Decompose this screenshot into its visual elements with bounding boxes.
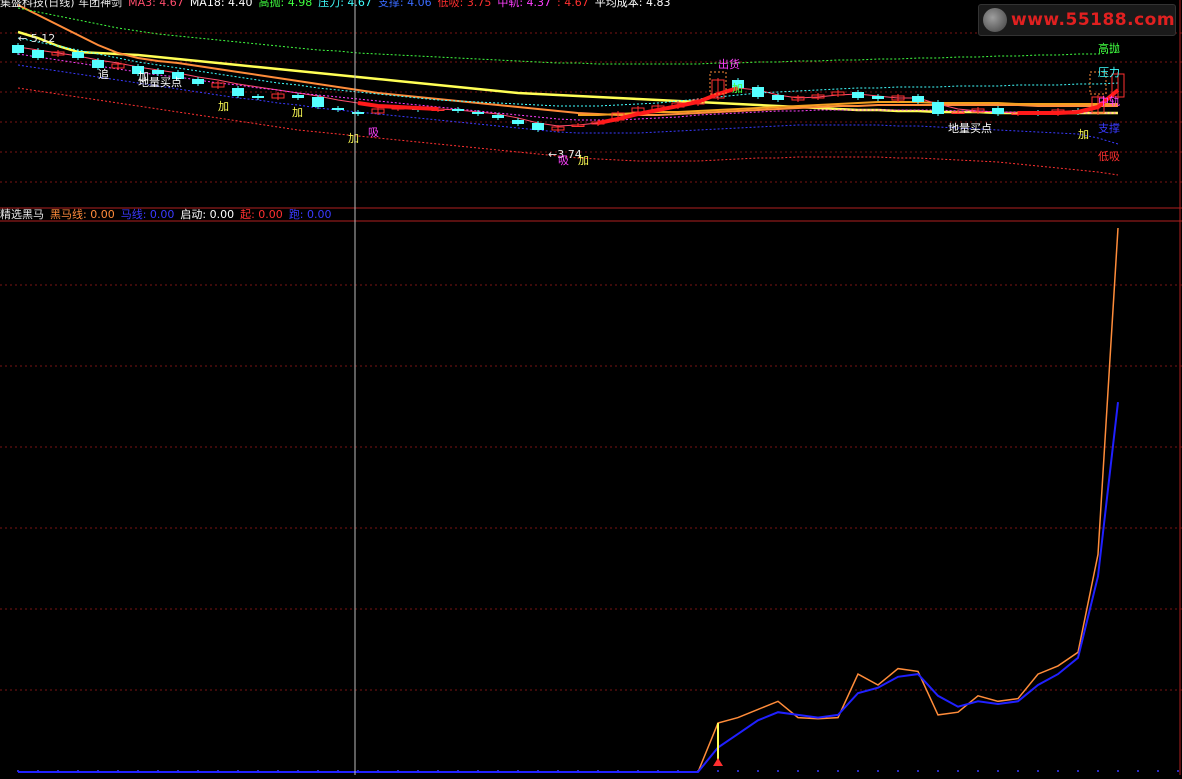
candle-body — [852, 92, 864, 98]
bottom_header-item: 跑: 0.00 — [288, 208, 332, 221]
baseline-dot — [1017, 770, 1019, 772]
baseline-dot — [857, 770, 859, 772]
baseline-dot — [777, 770, 779, 772]
chart-annotation: 高抛 — [1098, 41, 1120, 55]
candle-body — [872, 96, 884, 99]
baseline-dot — [817, 770, 819, 772]
candle-body — [452, 109, 464, 111]
baseline-dot — [917, 770, 919, 772]
chart-annotation: 加 — [732, 82, 743, 95]
candle-body — [772, 95, 784, 100]
baseline-dot — [757, 770, 759, 772]
candle-body — [312, 97, 324, 107]
baseline-dot — [737, 770, 739, 772]
chart-annotation: 低吸 — [1098, 150, 1120, 163]
candle-body — [492, 115, 504, 118]
candle-body — [32, 50, 44, 58]
top_header-item: : 4.67 — [557, 0, 589, 9]
chart-annotation: 出货 — [718, 57, 740, 71]
candle-body — [292, 95, 304, 98]
baseline-dot — [1077, 770, 1079, 772]
baseline-dot — [717, 770, 719, 772]
top_header-item: MA18: 4.40 — [189, 0, 253, 9]
chart-annotation: 中轨 — [1098, 94, 1120, 108]
baseline-dot — [877, 770, 879, 772]
chart-annotation: 加 — [218, 100, 229, 113]
candle-body — [992, 108, 1004, 114]
baseline-dot — [937, 770, 939, 772]
chart-annotation: 加 — [578, 154, 589, 167]
chart-svg: ← 5.12←3.74追 加地量买点加 加加 吸吸 加出货加地量买点 加高抛压力中轨支撑低… — [0, 0, 1182, 775]
bottom_header-item: 启动: 0.00 — [180, 208, 235, 221]
sub-indicator-header: 精选黑马 黑马线: 0.00 马线: 0.00 启动: 0.00 起: 0.00 跑: 0… — [0, 208, 338, 222]
bottom_header-item: 马线: 0.00 — [120, 208, 175, 221]
chart-annotation: 地量买点 — [138, 76, 182, 89]
candle-body — [512, 120, 524, 124]
baseline-dot — [977, 770, 979, 772]
start-signal-arrow-icon — [713, 758, 723, 766]
top_header-item: MA3: 4.67 — [128, 0, 184, 9]
chart-annotation: 吸 — [368, 126, 379, 139]
baseline-dot — [997, 770, 999, 772]
main-series-line — [17, 7, 1119, 65]
candle-body — [72, 52, 84, 58]
trend-highlight-line — [597, 86, 739, 125]
top_header-item: 集盛科技(日线) 车团神剑 — [0, 0, 123, 9]
top_header-item: 低吸: 3.75 — [437, 0, 492, 9]
candle-body — [232, 88, 244, 96]
top_header-item: 压力: 4.67 — [318, 0, 372, 9]
chart-annotation: 加 — [348, 132, 359, 145]
bottom_header-item: 起: 0.00 — [240, 208, 283, 221]
candle-body — [752, 87, 764, 97]
trend-highlight-line — [357, 101, 439, 111]
chart-annotation: ← 5.12 — [18, 32, 55, 45]
candle-body — [472, 112, 484, 114]
candle-body — [252, 96, 264, 98]
chart-annotation: 吸 — [558, 154, 569, 167]
baseline-dot — [1157, 770, 1159, 772]
chart-annotation: 压力 — [1098, 66, 1120, 79]
candle-body — [932, 102, 944, 114]
bottom_header-item: 黑马线: 0.00 — [50, 208, 115, 221]
watermark-logo: www.55188.com — [978, 4, 1176, 36]
chart-annotation: 支撑 — [1098, 121, 1120, 135]
watermark-text: www.55188.com — [1011, 10, 1176, 30]
candle-body — [912, 96, 924, 102]
baseline-dot — [797, 770, 799, 772]
chart-stage: ← 5.12 ←3.74 追加地量买点加加加吸吸加出货加地量买点加高抛 压力 中轨 支撑低… — [0, 0, 1182, 775]
baseline-dot — [957, 770, 959, 772]
candle-body — [12, 45, 24, 53]
top_header-item: 高抛: 4.98 — [258, 0, 313, 9]
top_header-item: 中轨: 4.37 — [497, 0, 552, 9]
chart-annotation: 地量买点 — [948, 122, 992, 135]
site-logo-icon — [983, 8, 1007, 32]
top_header-item: 平均成本: 4.83 — [594, 0, 671, 9]
candle-body — [352, 112, 364, 114]
candle-body — [332, 108, 344, 110]
baseline-dot — [1097, 770, 1099, 772]
baseline-dot — [1137, 770, 1139, 772]
baseline-dot — [1177, 770, 1179, 772]
chart-annotation: 加 — [1078, 128, 1089, 141]
candle-body — [532, 123, 544, 130]
baseline-dot — [1037, 770, 1039, 772]
main-indicator-header: 集盛科技(日线) 车团神剑 MA3: 4.67 MA18: 4.40 高抛: 4.98… — [0, 0, 676, 10]
baseline-dot — [837, 770, 839, 772]
candle-body — [92, 60, 104, 68]
bottom_header-item: 精选黑马 — [0, 208, 44, 221]
baseline-dot — [1117, 770, 1119, 772]
candle-body — [192, 79, 204, 84]
baseline-dot — [897, 770, 899, 772]
chart-annotation: 追 — [98, 67, 109, 81]
main-price-panel: ← 5.12←3.74追 加地量买点加 加加 吸吸 加出货加地量买点 加高抛压力中轨支撑低… — [0, 0, 1182, 775]
chart-annotation: 加 — [292, 106, 303, 119]
indicator-series-line — [18, 227, 1119, 773]
baseline-dot — [1057, 770, 1059, 772]
indicator-series-line — [18, 401, 1119, 773]
indicator-panel — [0, 227, 1182, 773]
top_header-item: 支撑: 4.06 — [377, 0, 432, 9]
candle-body — [152, 70, 164, 74]
